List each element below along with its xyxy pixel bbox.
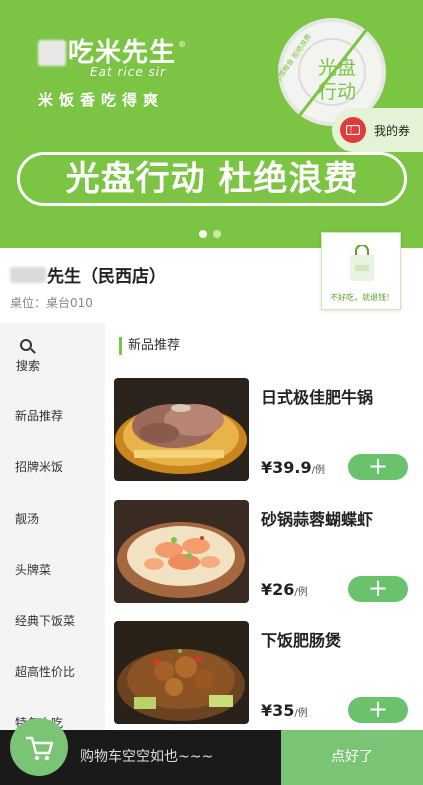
- dish-name: 砂锅蒜蓉蝴蝶虾: [261, 510, 374, 529]
- dish-name: 下饭肥肠煲: [261, 631, 342, 650]
- my-coupons-label: 我的券: [374, 123, 411, 138]
- dish-price: ¥26/例: [261, 580, 308, 599]
- dish-card[interactable]: 下饭肥肠煲 ¥35/例 +: [114, 621, 414, 731]
- sidebar-item-signature-rice[interactable]: 招牌米饭: [15, 458, 63, 475]
- carousel-indicator: [199, 230, 221, 238]
- add-to-cart-button[interactable]: +: [348, 697, 408, 723]
- banner-slogan: 光盘行动 杜绝浪费: [17, 152, 407, 206]
- brand-name: 吃米先生: [68, 38, 177, 68]
- store-guarantee-card[interactable]: 不好吃，就退钱！: [321, 232, 401, 310]
- add-to-cart-button[interactable]: +: [348, 576, 408, 602]
- dish-image: [114, 500, 249, 603]
- brand-logo: 吃米先生 ® Eat rice sir 米饭香吃得爽: [38, 40, 186, 110]
- sidebar-item-value[interactable]: 超高性价比: [15, 663, 75, 680]
- store-name-text: 先生（民西店）: [47, 267, 166, 287]
- carousel-dot[interactable]: [213, 230, 221, 238]
- section-title: 新品推荐: [119, 337, 180, 355]
- table-number: 桌位：桌台010: [10, 296, 93, 310]
- shopping-cart-icon: [25, 736, 54, 761]
- add-to-cart-button[interactable]: +: [348, 454, 408, 480]
- dish-price: ¥35/例: [261, 701, 308, 720]
- dish-name: 日式极佳肥牛锅: [261, 388, 374, 407]
- dish-image: [114, 378, 249, 481]
- dish-image: [114, 621, 249, 724]
- search-icon: [20, 339, 36, 355]
- sidebar-search-label: 搜索: [16, 359, 41, 373]
- my-coupons-button[interactable]: 我的券: [332, 108, 423, 152]
- cart-button[interactable]: [10, 718, 68, 776]
- dish-card[interactable]: 日式极佳肥牛锅 ¥39.9/例 +: [114, 378, 414, 488]
- sidebar-item-soup[interactable]: 靓汤: [15, 510, 39, 527]
- ticket-icon: [340, 117, 366, 143]
- brand-mark-icon: [38, 40, 66, 66]
- dish-price: ¥39.9/例: [261, 458, 325, 477]
- store-name: 先生（民西店）: [10, 262, 166, 287]
- category-sidebar: 搜索 新品推荐 招牌米饭 靓汤 头牌菜 经典下饭菜 超高性价比 特色小吃: [0, 323, 105, 730]
- brand-slogan: 米饭香吃得爽: [38, 91, 165, 109]
- cart-empty-text: 购物车空空如也~~~: [80, 749, 214, 765]
- guarantee-text: 不好吃，就退钱！: [330, 293, 394, 302]
- registered-mark: ®: [178, 40, 187, 49]
- sidebar-item-new[interactable]: 新品推荐: [15, 407, 63, 424]
- dish-card[interactable]: 砂锅蒜蓉蝴蝶虾 ¥26/例 +: [114, 500, 414, 610]
- blurred-text: [10, 266, 46, 283]
- carousel-dot[interactable]: [199, 230, 207, 238]
- sidebar-item-top-dishes[interactable]: 头牌菜: [15, 561, 51, 578]
- shop-bag-icon: [350, 245, 374, 281]
- checkout-button[interactable]: 点好了: [281, 730, 423, 785]
- sidebar-item-classic[interactable]: 经典下饭菜: [15, 612, 75, 629]
- sidebar-search[interactable]: 搜索: [16, 339, 66, 374]
